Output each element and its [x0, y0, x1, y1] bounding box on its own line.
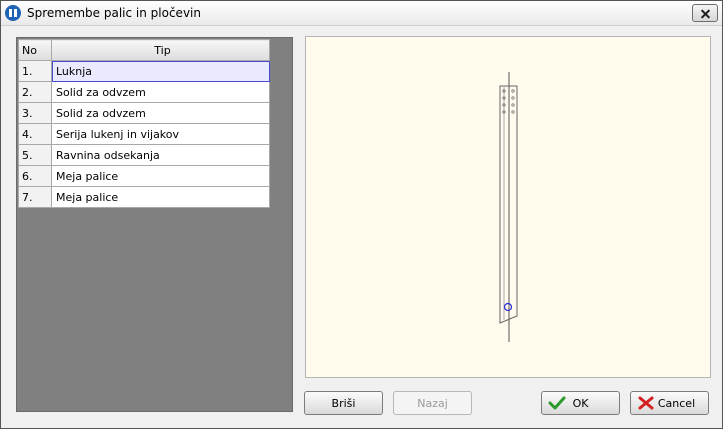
table-row[interactable]: 2. Solid za odvzem	[18, 81, 270, 103]
bar-drawing	[499, 72, 518, 342]
dialog-window: Spremembe palic in pločevin No Tip 1. Lu…	[0, 0, 723, 429]
back-button[interactable]: Nazaj	[393, 391, 472, 415]
number-header-label: No	[22, 43, 37, 57]
row-type[interactable]: Ravnina odsekanja	[51, 144, 270, 166]
red-x-icon	[638, 396, 654, 410]
row-number: 5.	[18, 144, 52, 166]
modifications-table: No Tip 1. Luknja 2. Solid za odvzem 3. S…	[18, 39, 270, 208]
delete-button[interactable]: Briši	[304, 391, 383, 415]
title-bar: Spremembe palic in pločevin	[1, 1, 722, 26]
checkmark-icon	[548, 396, 566, 410]
row-number: 1.	[18, 60, 52, 82]
row-number: 7.	[18, 186, 52, 208]
modifications-table-area: No Tip 1. Luknja 2. Solid za odvzem 3. S…	[16, 37, 293, 412]
row-number: 4.	[18, 123, 52, 145]
table-row[interactable]: 3. Solid za odvzem	[18, 102, 270, 124]
column-header-number[interactable]: No	[18, 39, 52, 61]
row-number: 2.	[18, 81, 52, 103]
close-icon[interactable]	[692, 4, 718, 22]
ok-button[interactable]: OK	[541, 391, 620, 415]
row-number: 3.	[18, 102, 52, 124]
preview-viewport[interactable]	[305, 36, 711, 378]
row-type[interactable]: Solid za odvzem	[51, 81, 270, 103]
row-type[interactable]: Meja palice	[51, 186, 270, 208]
selected-hole-marker	[503, 302, 513, 312]
table-row[interactable]: 4. Serija lukenj in vijakov	[18, 123, 270, 145]
table-row[interactable]: 6. Meja palice	[18, 165, 270, 187]
table-row[interactable]: 1. Luknja	[18, 60, 270, 82]
row-number: 6.	[18, 165, 52, 187]
app-logo-icon	[5, 5, 21, 21]
row-type[interactable]: Serija lukenj in vijakov	[51, 123, 270, 145]
row-type[interactable]: Meja palice	[51, 165, 270, 187]
cancel-label: Cancel	[657, 396, 696, 410]
window-title: Spremembe palic in pločevin	[27, 6, 201, 20]
row-type[interactable]: Luknja	[51, 60, 270, 82]
table-header-row: No Tip	[18, 39, 270, 61]
cancel-button[interactable]: Cancel	[630, 391, 709, 415]
ok-label: OK	[572, 396, 589, 410]
column-header-type[interactable]: Tip	[51, 39, 270, 61]
row-type[interactable]: Solid za odvzem	[51, 102, 270, 124]
table-row[interactable]: 7. Meja palice	[18, 186, 270, 208]
table-row[interactable]: 5. Ravnina odsekanja	[18, 144, 270, 166]
